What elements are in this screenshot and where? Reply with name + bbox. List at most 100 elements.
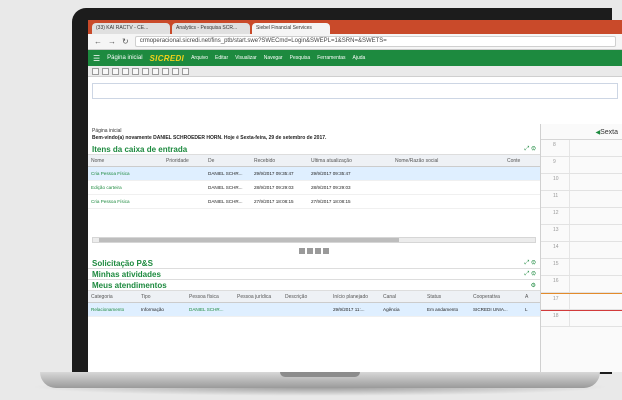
breadcrumb[interactable]: Página inicial: [92, 128, 536, 134]
browser-tab-2[interactable]: Analytics - Pesquisa SCR...: [172, 23, 250, 34]
toolbar-search-icon[interactable]: [92, 67, 99, 75]
calendar-hour-row[interactable]: 8: [541, 140, 622, 157]
row-de: DANIEL SCHR...: [208, 185, 243, 190]
row-nome[interactable]: Edição carteira: [88, 185, 163, 190]
menu-pesquisa[interactable]: Pesquisa: [290, 55, 311, 61]
settings-icon[interactable]: ⚙: [531, 260, 536, 266]
settings-icon[interactable]: ⚙: [531, 146, 536, 152]
col-prioridade[interactable]: Prioridade: [163, 158, 205, 164]
solicitacao-section-header: Solicitação P&S ⤢ ⚙: [88, 258, 540, 269]
menu-visualizar[interactable]: Visualizar: [235, 55, 257, 61]
toolbar-back-icon[interactable]: [112, 67, 119, 75]
col-razao-social[interactable]: Nome/Razão social: [392, 158, 504, 164]
col-nome[interactable]: Nome: [88, 158, 163, 164]
row-ultima: 29/9/2017 09:35:47: [311, 171, 351, 176]
browser-tab-1[interactable]: (33) KAI RACTV - CE...: [92, 23, 170, 34]
row-pessoa-fisica[interactable]: DANIEL SCHR...: [186, 307, 234, 312]
toolbar-copy-icon[interactable]: [132, 67, 139, 75]
url-field[interactable]: crmoperacional.sicredi.net/fins_ptb/star…: [134, 36, 616, 47]
row-nome[interactable]: Cria Pessoa Física: [88, 199, 163, 204]
forward-icon[interactable]: →: [108, 37, 116, 46]
table-row[interactable]: Edição carteira DANIEL SCHR... 28/9/2017…: [88, 181, 540, 195]
toolbar-forward-icon[interactable]: [122, 67, 129, 75]
calendar-hour-row[interactable]: 12: [541, 208, 622, 225]
settings-icon[interactable]: ⚙: [531, 271, 536, 277]
calendar-header: ◀ Sexta: [541, 126, 622, 140]
menu-ajuda[interactable]: Ajuda: [353, 55, 366, 61]
pager-last-icon[interactable]: [323, 248, 329, 254]
calendar-hour-row[interactable]: 15: [541, 259, 622, 276]
expand-icon[interactable]: ⤢: [525, 260, 530, 266]
hour-label: 12: [553, 210, 559, 216]
pager-next-icon[interactable]: [315, 248, 321, 254]
calendar-hour-row[interactable]: 17: [541, 293, 622, 310]
calendar-hour-row[interactable]: 10: [541, 174, 622, 191]
calendar-hour-row[interactable]: 11: [541, 191, 622, 208]
hamburger-icon[interactable]: ☰: [93, 54, 100, 63]
toolbar-edit-icon[interactable]: [152, 67, 159, 75]
col-cooperativa[interactable]: Cooperativa: [470, 294, 522, 300]
hour-label: 8: [553, 142, 556, 148]
col-inicio-planejado[interactable]: Início planejado: [330, 294, 380, 300]
col-tipo[interactable]: Tipo: [138, 294, 186, 300]
col-descricao[interactable]: Descrição: [282, 294, 330, 300]
calendar-hour-row[interactable]: 9: [541, 157, 622, 174]
toolbar-print-icon[interactable]: [172, 67, 179, 75]
pager-first-icon[interactable]: [299, 248, 305, 254]
calendar-hour-row[interactable]: 16: [541, 276, 622, 293]
toolbar-list-icon[interactable]: [162, 67, 169, 75]
menu-arquivo[interactable]: Arquivo: [191, 55, 208, 61]
table-row[interactable]: Relacionamento Informação DANIEL SCHR...…: [88, 303, 540, 317]
menu-ferramentas[interactable]: Ferramentas: [317, 55, 345, 61]
row-nome[interactable]: Cria Pessoa Física: [88, 171, 163, 176]
search-bar[interactable]: [92, 83, 618, 99]
atendimentos-title[interactable]: Meus atendimentos: [92, 281, 167, 290]
row-status: Em andamento: [427, 307, 459, 312]
calendar-hour-row[interactable]: 13: [541, 225, 622, 242]
expand-icon[interactable]: ⤢: [525, 146, 530, 152]
col-de[interactable]: De: [205, 158, 251, 164]
back-icon[interactable]: ←: [94, 37, 102, 46]
reload-icon[interactable]: ↻: [122, 37, 129, 46]
table-row[interactable]: Cria Pessoa Física DANIEL SCHR... 27/9/2…: [88, 195, 540, 209]
col-canal[interactable]: Canal: [380, 294, 424, 300]
hour-label: 17: [553, 296, 559, 302]
col-a[interactable]: A: [522, 294, 532, 300]
hour-label: 11: [553, 193, 559, 199]
atividades-title[interactable]: Minhas atividades: [92, 270, 161, 279]
row-de: DANIEL SCHR...: [208, 171, 243, 176]
col-recebido[interactable]: Recebido: [251, 158, 308, 164]
address-bar-row: ← → ↻ crmoperacional.sicredi.net/fins_pt…: [88, 34, 622, 50]
col-categoria[interactable]: Categoria: [88, 294, 138, 300]
calendar-day-label[interactable]: Sexta: [600, 129, 618, 136]
menu-editar[interactable]: Editar: [215, 55, 228, 61]
screen: (33) KAI RACTV - CE... Analytics - Pesqu…: [88, 20, 622, 372]
table-row[interactable]: Cria Pessoa Física DANIEL SCHR... 29/9/2…: [88, 167, 540, 181]
col-conte[interactable]: Conte: [504, 158, 540, 164]
col-pessoa-fisica[interactable]: Pessoa física: [186, 294, 234, 300]
row-ultima: 28/9/2017 09:29:03: [311, 185, 351, 190]
expand-icon[interactable]: ⤢: [525, 271, 530, 277]
home-content: Página inicial Bem-vindo(a) novamente DA…: [88, 124, 540, 372]
calendar-hour-row[interactable]: 14: [541, 242, 622, 259]
row-de: DANIEL SCHR...: [208, 199, 243, 204]
calendar-hour-row[interactable]: 18: [541, 310, 622, 327]
pager-prev-icon[interactable]: [307, 248, 313, 254]
col-ultima-atualizacao[interactable]: Última atualização: [308, 158, 392, 164]
laptop-notch: [280, 372, 360, 377]
scrollbar-thumb[interactable]: [99, 238, 399, 242]
col-pessoa-juridica[interactable]: Pessoa jurídica: [234, 294, 282, 300]
atendimentos-table-header: Categoria Tipo Pessoa física Pessoa jurí…: [88, 291, 540, 303]
browser-tab-3[interactable]: Siebel Financial Services: [252, 23, 330, 34]
row-categoria[interactable]: Relacionamento: [88, 307, 138, 312]
home-link[interactable]: Página inicial: [107, 55, 142, 61]
menu-navegar[interactable]: Navegar: [264, 55, 283, 61]
settings-icon[interactable]: ⚙: [531, 283, 536, 289]
horizontal-scrollbar[interactable]: [92, 237, 536, 243]
toolbar-chart-icon[interactable]: [182, 67, 189, 75]
toolbar-refresh-icon[interactable]: [102, 67, 109, 75]
solicitacao-title[interactable]: Solicitação P&S: [92, 259, 153, 268]
inbox-section-header: Itens da caixa de entrada ⤢ ⚙: [88, 144, 540, 155]
col-status[interactable]: Status: [424, 294, 470, 300]
toolbar-paste-icon[interactable]: [142, 67, 149, 75]
